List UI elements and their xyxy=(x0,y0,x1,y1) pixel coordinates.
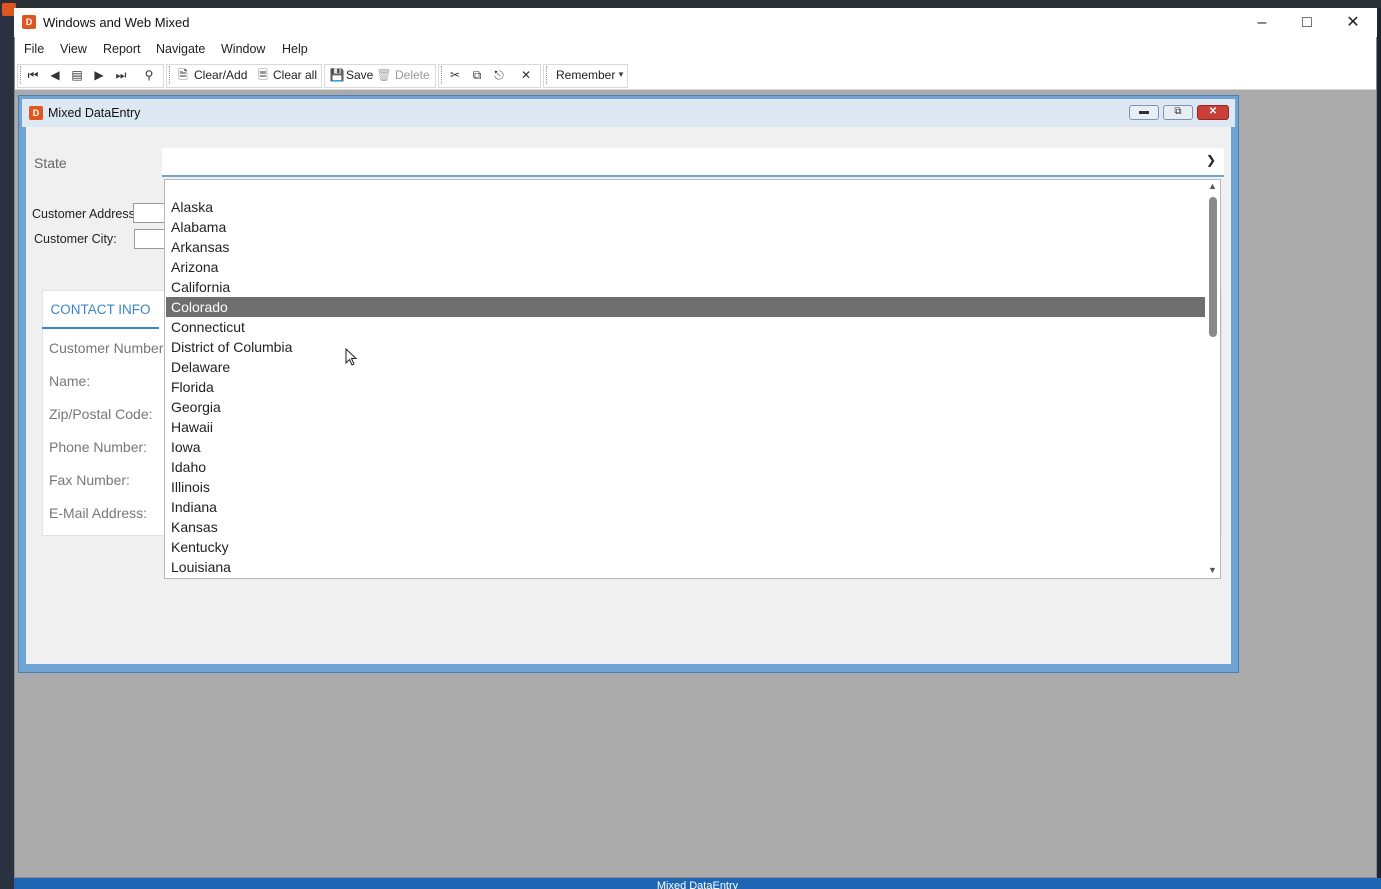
menu-help[interactable]: Help xyxy=(282,42,308,56)
dropdown-option[interactable]: Illinois xyxy=(166,477,1206,497)
scroll-up-icon[interactable]: ▲ xyxy=(1208,181,1217,191)
dropdown-option[interactable]: Delaware xyxy=(166,357,1206,377)
dropdown-option[interactable]: Arizona xyxy=(166,257,1206,277)
dropdown-option[interactable]: Georgia xyxy=(166,397,1206,417)
customer-address-label: Customer Address: xyxy=(32,207,139,221)
dropdown-option[interactable]: Arkansas xyxy=(166,237,1206,257)
search-icon[interactable]: ⚲ xyxy=(140,66,158,84)
menu-bar xyxy=(15,37,1376,63)
child-minimize-button[interactable]: ▬ xyxy=(1129,105,1159,120)
dropdown-option[interactable]: California xyxy=(166,277,1206,297)
last-record-icon[interactable]: ⏭ xyxy=(112,66,130,84)
cut-icon[interactable]: ✂ xyxy=(446,66,464,84)
child-close-button[interactable]: ✕ xyxy=(1197,105,1229,120)
dropdown-option[interactable]: Alaska xyxy=(166,197,1206,217)
fax-number-label: Fax Number: xyxy=(49,472,130,488)
menu-report[interactable]: Report xyxy=(103,42,141,56)
desktop-background xyxy=(0,0,14,889)
toolbar-grip[interactable] xyxy=(169,66,173,84)
email-address-label: E-Mail Address: xyxy=(49,505,148,521)
dropdown-option[interactable]: Louisiana xyxy=(166,557,1206,577)
main-titlebar xyxy=(14,8,1377,37)
first-record-icon[interactable]: ⏮ xyxy=(24,66,42,84)
scrollbar-thumb[interactable] xyxy=(1209,197,1217,337)
customer-city-input[interactable] xyxy=(134,229,166,249)
child-app-icon: D xyxy=(29,106,43,120)
child-titlebar xyxy=(22,99,1235,127)
menu-view[interactable]: View xyxy=(60,42,87,56)
window-title: Windows and Web Mixed xyxy=(43,15,190,30)
menu-navigate[interactable]: Navigate xyxy=(156,42,205,56)
paste-icon[interactable]: ⎋ xyxy=(490,66,508,84)
clear-all-icon[interactable]: 🗏 xyxy=(254,66,272,84)
dropdown-option[interactable]: Iowa xyxy=(166,437,1206,457)
maximize-button[interactable]: □ xyxy=(1285,8,1329,37)
state-dropdown-list: Alaska Alabama Arkansas Arizona California Co… xyxy=(164,179,1221,579)
customer-number-label: Customer Number: xyxy=(49,340,168,356)
customer-address-input[interactable] xyxy=(133,203,165,223)
child-window-title: Mixed DataEntry xyxy=(48,106,141,120)
save-icon[interactable]: 💾 xyxy=(328,66,346,84)
dropdown-option[interactable]: Alabama xyxy=(166,217,1206,237)
next-record-icon[interactable]: ▶ xyxy=(90,66,108,84)
state-combobox[interactable] xyxy=(162,148,1224,177)
remember-button[interactable]: Remember xyxy=(556,68,615,82)
previous-record-icon[interactable]: ◀ xyxy=(46,66,64,84)
mouse-cursor-icon xyxy=(345,348,358,366)
copy-icon[interactable]: ⧉ xyxy=(468,66,486,84)
dropdown-option[interactable]: Hawaii xyxy=(166,417,1206,437)
toolbar-grip[interactable] xyxy=(546,66,550,84)
clear-all-button[interactable]: Clear all xyxy=(273,68,317,82)
zip-code-label: Zip/Postal Code: xyxy=(49,406,153,422)
minimize-button[interactable]: – xyxy=(1240,8,1284,37)
list-icon[interactable]: ▤ xyxy=(68,66,86,84)
status-bar: Mixed DataEntry xyxy=(14,878,1381,889)
app-icon: D xyxy=(22,15,36,29)
customer-city-label: Customer City: xyxy=(34,232,117,246)
phone-number-label: Phone Number: xyxy=(49,439,148,455)
clear-add-icon[interactable]: 🗎 xyxy=(174,66,192,84)
dropdown-option[interactable]: Connecticut xyxy=(166,317,1206,337)
dropdown-option[interactable]: Kentucky xyxy=(166,537,1206,557)
child-restore-button[interactable]: ⧉ xyxy=(1163,105,1193,120)
dropdown-option[interactable]: Florida xyxy=(166,377,1206,397)
delete-button[interactable]: Delete xyxy=(395,68,430,82)
scroll-down-icon[interactable]: ▼ xyxy=(1208,565,1217,575)
desktop-top-strip xyxy=(0,0,1381,8)
name-label: Name: xyxy=(49,373,91,389)
close-button[interactable]: ✕ xyxy=(1331,8,1375,37)
clear-add-button[interactable]: Clear/Add xyxy=(194,68,247,82)
save-button[interactable]: Save xyxy=(346,68,373,82)
toolbar-grip[interactable] xyxy=(441,66,445,84)
remember-dropdown-icon[interactable]: ▼ xyxy=(617,70,625,79)
dropdown-option[interactable]: Indiana xyxy=(166,497,1206,517)
dropdown-option[interactable]: Kansas xyxy=(166,517,1206,537)
delete-icon[interactable]: 🗑 xyxy=(375,66,393,84)
chevron-down-icon[interactable]: ❯ xyxy=(1206,153,1216,167)
menu-window[interactable]: Window xyxy=(221,42,265,56)
dropdown-option[interactable]: Idaho xyxy=(166,457,1206,477)
dropdown-option[interactable]: District of Columbia xyxy=(166,337,1206,357)
menu-file[interactable]: File xyxy=(24,42,44,56)
dropdown-option[interactable]: Colorado xyxy=(166,297,1206,317)
cancel-icon[interactable]: ✕ xyxy=(517,66,535,84)
tab-contact-info[interactable]: CONTACT INFO xyxy=(42,297,159,329)
state-label: State xyxy=(34,155,67,171)
